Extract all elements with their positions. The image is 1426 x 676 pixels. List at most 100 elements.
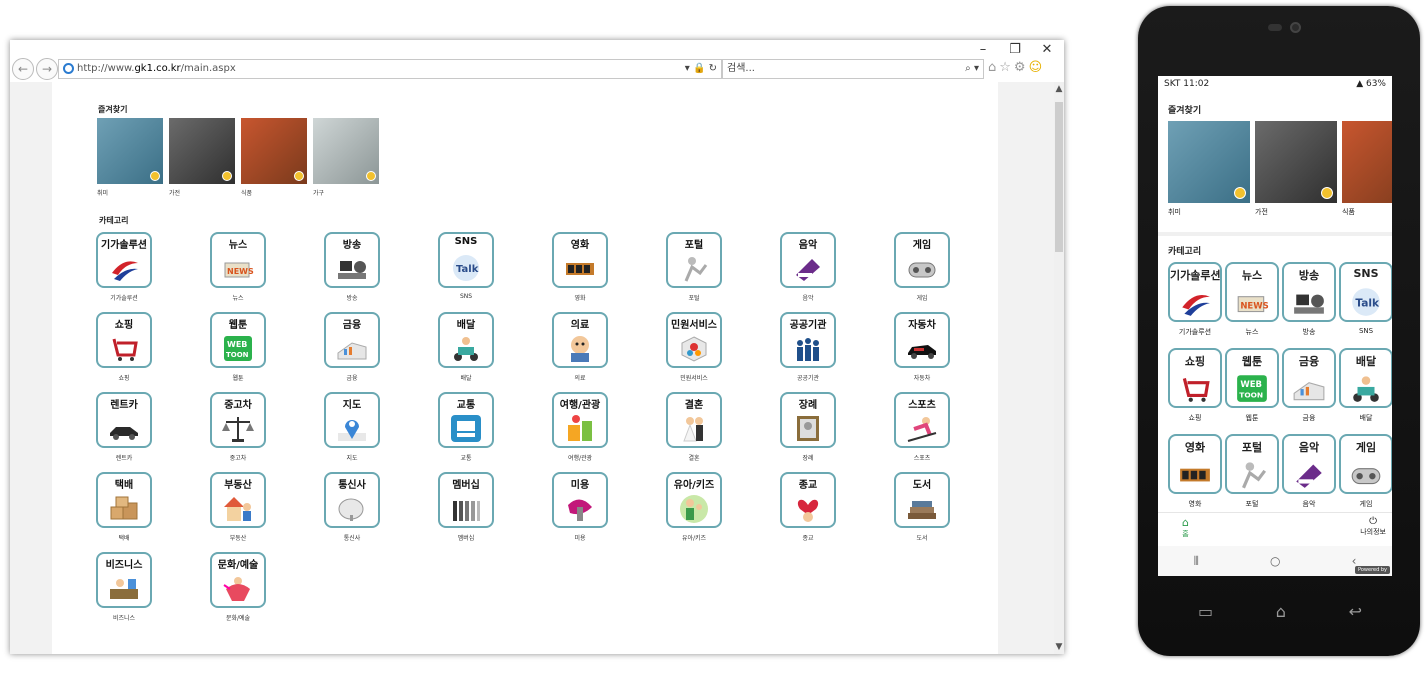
lock-icon[interactable]: 🔒 — [693, 63, 705, 74]
category-tile[interactable]: 스포츠 — [894, 392, 950, 448]
hw-recent-icon[interactable]: ▭ — [1198, 602, 1213, 621]
category-tile[interactable]: 공공기관 — [780, 312, 836, 368]
category-tile[interactable]: 멤버십 — [438, 472, 494, 528]
recent-apps-icon[interactable]: ⦀ — [1194, 554, 1199, 569]
desktop-favorite-item[interactable]: 가전 — [169, 118, 235, 197]
desktop-category-item[interactable]: 렌트카 렌트카 — [96, 392, 152, 462]
category-tile[interactable]: 장례 — [780, 392, 836, 448]
smiley-icon[interactable]: ☺ — [1029, 60, 1043, 75]
phone-category-item[interactable]: 금융 금융 — [1282, 348, 1336, 423]
desktop-category-item[interactable]: 공공기관 공공기관 — [780, 312, 836, 382]
desktop-category-item[interactable]: 영화 영화 — [552, 232, 608, 302]
minimize-icon[interactable]: – — [974, 42, 992, 58]
category-tile[interactable]: 렌트카 — [96, 392, 152, 448]
category-tile[interactable]: 자동차 — [894, 312, 950, 368]
category-tile[interactable]: 미용 — [552, 472, 608, 528]
category-tile[interactable]: 게임 — [1339, 434, 1392, 494]
category-tile[interactable]: 유아/키즈 — [666, 472, 722, 528]
search-input[interactable]: 검색... ⌕ ▾ — [722, 59, 984, 79]
category-tile[interactable]: 영화 — [552, 232, 608, 288]
address-bar[interactable]: http://www.gk1.co.kr/main.aspx ▾ 🔒 ↻ — [58, 59, 722, 79]
category-tile[interactable]: 문화/예술 — [210, 552, 266, 608]
phone-favorite-item[interactable]: 식품 — [1342, 121, 1392, 217]
category-tile[interactable]: 게임 — [894, 232, 950, 288]
category-tile[interactable]: 택배 — [96, 472, 152, 528]
category-tile[interactable]: 음악 — [780, 232, 836, 288]
desktop-category-item[interactable]: 통신사 통신사 — [324, 472, 380, 542]
category-tile[interactable]: 민원서비스 — [666, 312, 722, 368]
search-icon[interactable]: ⌕ — [965, 63, 971, 74]
category-tile[interactable]: 웹툰 WEB TOON — [210, 312, 266, 368]
desktop-category-item[interactable]: 자동차 자동차 — [894, 312, 950, 382]
desktop-category-item[interactable]: 문화/예술 문화/예술 — [210, 552, 266, 622]
desktop-category-item[interactable]: 민원서비스 민원서비스 — [666, 312, 722, 382]
desktop-category-item[interactable]: 멤버십 멤버십 — [438, 472, 494, 542]
scrollbar[interactable]: ▲ ▼ — [1054, 82, 1064, 654]
hw-back-icon[interactable]: ↩ — [1349, 602, 1362, 621]
dropdown-icon[interactable]: ▾ — [685, 63, 690, 74]
category-tile[interactable]: 도서 — [894, 472, 950, 528]
desktop-category-item[interactable]: 결혼 결혼 — [666, 392, 722, 462]
desktop-category-item[interactable]: 배달 배달 — [438, 312, 494, 382]
nav-home[interactable]: ⌂ 홈 — [1182, 516, 1189, 539]
category-tile[interactable]: 여행/관광 — [552, 392, 608, 448]
desktop-category-item[interactable]: 금융 금융 — [324, 312, 380, 382]
back-icon[interactable]: ← — [12, 58, 34, 80]
category-tile[interactable]: 의료 — [552, 312, 608, 368]
desktop-category-item[interactable]: 기가솔루션 기가솔루션 — [96, 232, 152, 302]
nav-me[interactable]: ⏻ 나의정보 — [1360, 516, 1386, 537]
close-icon[interactable]: ✕ — [1038, 42, 1056, 58]
category-tile[interactable]: 쇼핑 — [1168, 348, 1222, 408]
hw-home-icon[interactable]: ⌂ — [1276, 602, 1286, 621]
scroll-down-icon[interactable]: ▼ — [1054, 642, 1064, 652]
desktop-category-item[interactable]: 택배 택배 — [96, 472, 152, 542]
desktop-favorite-item[interactable]: 식품 — [241, 118, 307, 197]
category-tile[interactable]: 웹툰 WEB TOON — [1225, 348, 1279, 408]
category-tile[interactable]: 기가솔루션 — [1168, 262, 1222, 322]
category-tile[interactable]: 중고차 — [210, 392, 266, 448]
desktop-category-item[interactable]: 게임 게임 — [894, 232, 950, 302]
category-tile[interactable]: 금융 — [1282, 348, 1336, 408]
phone-category-item[interactable]: 영화 영화 — [1168, 434, 1222, 509]
category-tile[interactable]: 포털 — [1225, 434, 1279, 494]
phone-category-item[interactable]: 포털 포털 — [1225, 434, 1279, 509]
desktop-favorite-item[interactable]: 취미 — [97, 118, 163, 197]
desktop-category-item[interactable]: 부동산 부동산 — [210, 472, 266, 542]
phone-favorite-item[interactable]: 가전 — [1255, 121, 1337, 217]
forward-icon[interactable]: → — [36, 58, 58, 80]
desktop-category-item[interactable]: 쇼핑 쇼핑 — [96, 312, 152, 382]
desktop-favorite-item[interactable]: 가구 — [313, 118, 379, 197]
category-tile[interactable]: 영화 — [1168, 434, 1222, 494]
desktop-category-item[interactable]: 방송 방송 — [324, 232, 380, 302]
phone-category-item[interactable]: 게임 게임 — [1339, 434, 1392, 509]
refresh-icon[interactable]: ↻ — [709, 63, 717, 74]
category-tile[interactable]: 배달 — [438, 312, 494, 368]
scroll-up-icon[interactable]: ▲ — [1054, 84, 1064, 94]
star-icon[interactable]: ☆ — [999, 60, 1011, 75]
android-home-icon[interactable]: ○ — [1270, 554, 1280, 568]
category-tile[interactable]: 뉴스 NEWS — [210, 232, 266, 288]
category-tile[interactable]: 비즈니스 — [96, 552, 152, 608]
scroll-thumb[interactable] — [1055, 102, 1063, 252]
search-dropdown-icon[interactable]: ▾ — [974, 63, 979, 74]
desktop-category-item[interactable]: 교통 교통 — [438, 392, 494, 462]
category-tile[interactable]: 종교 — [780, 472, 836, 528]
desktop-category-item[interactable]: 지도 지도 — [324, 392, 380, 462]
category-tile[interactable]: 배달 — [1339, 348, 1392, 408]
desktop-category-item[interactable]: 의료 의료 — [552, 312, 608, 382]
category-tile[interactable]: 포털 — [666, 232, 722, 288]
category-tile[interactable]: 뉴스 NEWS — [1225, 262, 1279, 322]
desktop-category-item[interactable]: 비즈니스 비즈니스 — [96, 552, 152, 622]
desktop-category-item[interactable]: 장례 장례 — [780, 392, 836, 462]
category-tile[interactable]: SNS Talk — [1339, 262, 1392, 322]
category-tile[interactable]: 지도 — [324, 392, 380, 448]
desktop-category-item[interactable]: 음악 음악 — [780, 232, 836, 302]
category-tile[interactable]: 음악 — [1282, 434, 1336, 494]
phone-category-item[interactable]: 배달 배달 — [1339, 348, 1392, 423]
category-tile[interactable]: 방송 — [1282, 262, 1336, 322]
phone-category-item[interactable]: 방송 방송 — [1282, 262, 1336, 337]
category-tile[interactable]: 방송 — [324, 232, 380, 288]
desktop-category-item[interactable]: 스포츠 스포츠 — [894, 392, 950, 462]
phone-favorite-item[interactable]: 취미 — [1168, 121, 1250, 217]
gear-icon[interactable]: ⚙ — [1014, 60, 1026, 75]
